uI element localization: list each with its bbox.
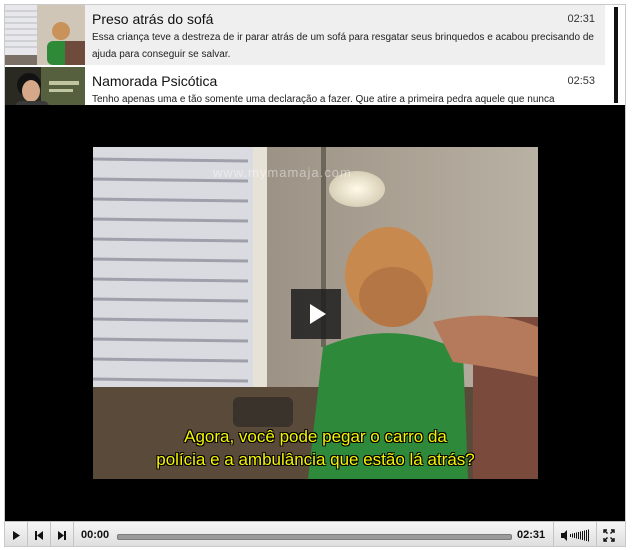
fullscreen-icon [603, 529, 615, 542]
playlist: Preso atrás do sofá 02:31 Essa criança t… [5, 5, 613, 105]
playlist-thumbnail [5, 67, 85, 105]
playlist-item[interactable]: Namorada Psicótica 02:53 Tenho apenas um… [5, 67, 605, 105]
volume-control[interactable] [558, 522, 597, 546]
playlist-item-title: Namorada Psicótica [92, 73, 218, 89]
total-time: 02:31 [517, 529, 546, 541]
seek-bar[interactable] [117, 534, 512, 540]
skip-forward-icon [58, 531, 66, 540]
playlist-item[interactable]: Preso atrás do sofá 02:31 Essa criança t… [5, 5, 605, 65]
play-icon [13, 531, 20, 540]
video-watermark: www.mymamaja.com [213, 165, 352, 180]
divider [553, 522, 554, 546]
playlist-item-title: Preso atrás do sofá [92, 11, 214, 27]
playlist-item-description: Essa criança teve a destreza de ir parar… [92, 32, 594, 60]
playlist-thumbnail [5, 5, 85, 65]
fullscreen-button[interactable] [598, 522, 620, 546]
play-overlay-icon [310, 304, 326, 324]
playlist-item-duration: 02:53 [567, 75, 595, 87]
subtitle-line: polícia e a ambulância que estão lá atrá… [156, 450, 475, 469]
current-time: 00:00 [81, 529, 110, 541]
control-bar: 00:00 02:31 [5, 521, 625, 546]
volume-icon [561, 529, 589, 542]
playlist-item-duration: 02:31 [567, 13, 595, 25]
previous-button[interactable] [28, 522, 51, 546]
video-display[interactable]: www.mymamaja.com Agora, você pode pegar … [5, 105, 625, 521]
next-button[interactable] [51, 522, 74, 546]
playlist-item-description: Tenho apenas uma e tão somente uma decla… [92, 94, 555, 105]
playlist-scrollbar-thumb[interactable] [614, 7, 618, 103]
play-button[interactable] [5, 522, 28, 546]
subtitle-line: Agora, você pode pegar o carro da [184, 427, 447, 446]
skip-back-icon [35, 531, 43, 540]
play-overlay-button[interactable] [291, 289, 341, 339]
video-player: Preso atrás do sofá 02:31 Essa criança t… [4, 4, 626, 547]
